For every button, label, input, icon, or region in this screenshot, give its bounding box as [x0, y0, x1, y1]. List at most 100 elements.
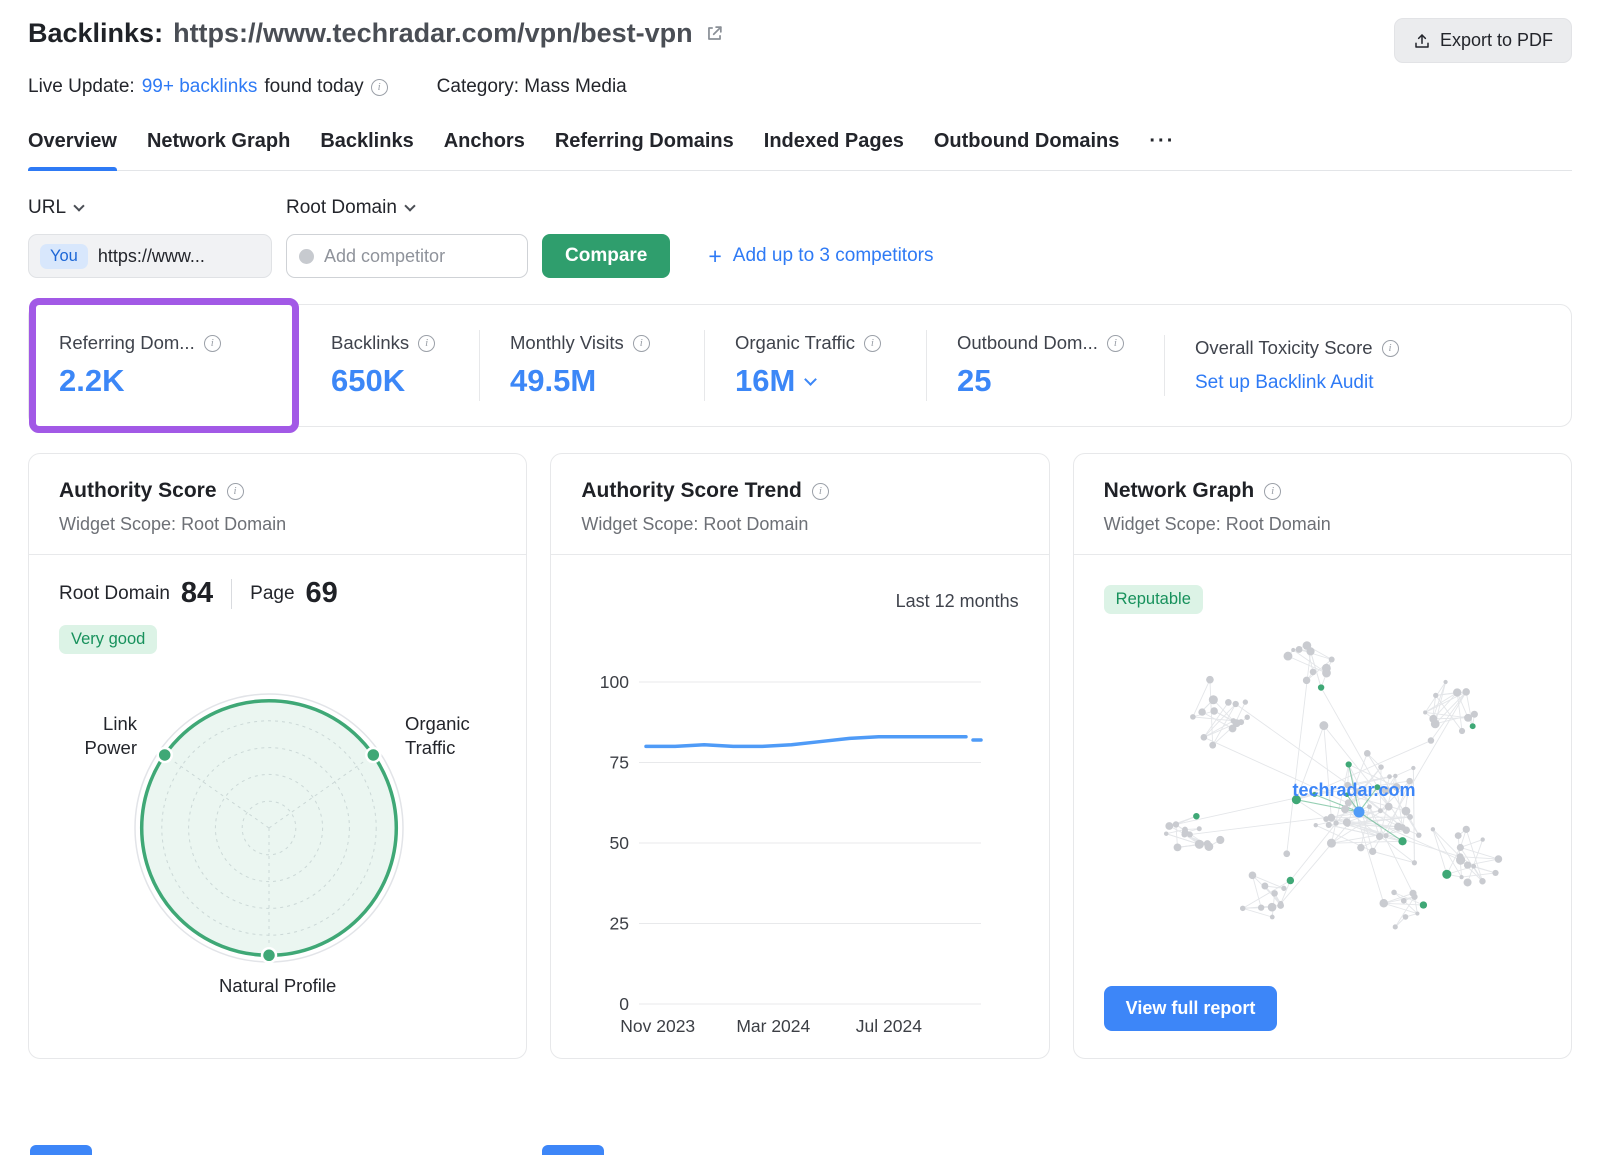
- svg-text:Nov 2023: Nov 2023: [621, 1016, 696, 1036]
- scope-selectors-row: URL Root Domain: [28, 197, 1572, 219]
- network-graph-svg: techradar.com: [1104, 616, 1534, 946]
- url-scope-selector[interactable]: URL: [28, 197, 83, 219]
- tab-outbound-domains[interactable]: Outbound Domains: [934, 130, 1120, 170]
- tab-network-graph[interactable]: Network Graph: [147, 130, 290, 170]
- metric-value: 49.5M: [510, 363, 674, 399]
- authority-score-trend-card: Authority Score Trend Widget Scope: Root…: [550, 453, 1049, 1059]
- card-title: Authority Score Trend: [581, 479, 802, 503]
- root-domain-score-value: 84: [181, 577, 213, 610]
- card-header: Authority Score Trend Widget Scope: Root…: [551, 454, 1048, 555]
- metric-monthly-visits[interactable]: Monthly Visits 49.5M: [479, 330, 704, 401]
- widget-scope: Widget Scope: Root Domain: [581, 514, 1018, 535]
- page-title-url: https://www.techradar.com/vpn/best-vpn: [173, 18, 693, 49]
- widgets-row: Authority Score Widget Scope: Root Domai…: [28, 453, 1572, 1059]
- metric-outbound-domains[interactable]: Outbound Dom... 25: [926, 330, 1164, 401]
- radar-axis-link-power: Link Power: [59, 712, 137, 761]
- export-pdf-label: Export to PDF: [1440, 30, 1553, 51]
- live-update-row: Live Update: 99+ backlinks found today C…: [28, 76, 1572, 98]
- competitor-dot-icon: [299, 249, 314, 264]
- metric-toxicity-score: Overall Toxicity Score Set up Backlink A…: [1164, 335, 1571, 396]
- tab-backlinks[interactable]: Backlinks: [320, 130, 413, 170]
- radar-axis-organic-traffic: Organic Traffic: [405, 712, 489, 761]
- info-icon[interactable]: [227, 483, 244, 500]
- metric-organic-traffic[interactable]: Organic Traffic 16M: [704, 330, 926, 401]
- you-url-value: https://www...: [98, 246, 205, 267]
- network-center-label: techradar.com: [1292, 780, 1415, 800]
- svg-text:Jul 2024: Jul 2024: [856, 1016, 922, 1036]
- metric-backlinks[interactable]: Backlinks 650K: [301, 330, 479, 401]
- info-icon[interactable]: [371, 79, 388, 96]
- metric-value: 25: [957, 363, 1134, 399]
- metric-label: Outbound Dom...: [957, 332, 1098, 354]
- svg-text:75: 75: [610, 753, 629, 773]
- svg-text:50: 50: [610, 833, 630, 853]
- page-title: Backlinks: https://www.techradar.com/vpn…: [28, 18, 724, 49]
- chevron-down-icon: [404, 200, 415, 211]
- widget-scope: Widget Scope: Root Domain: [1104, 514, 1541, 535]
- root-domain-scope-label: Root Domain: [286, 197, 397, 219]
- compare-button[interactable]: Compare: [542, 234, 670, 278]
- category-label: Category: Mass Media: [437, 76, 627, 98]
- tab-anchors[interactable]: Anchors: [444, 130, 525, 170]
- root-domain-scope-selector[interactable]: Root Domain: [286, 197, 414, 219]
- cutoff-button[interactable]: [30, 1145, 92, 1155]
- metric-label: Organic Traffic: [735, 332, 855, 354]
- tab-indexed-pages[interactable]: Indexed Pages: [764, 130, 904, 170]
- info-icon[interactable]: [1107, 335, 1124, 352]
- metric-value: 16M: [735, 363, 795, 399]
- export-pdf-button[interactable]: Export to PDF: [1394, 18, 1572, 63]
- cutoff-button[interactable]: [542, 1145, 604, 1155]
- root-domain-score-label: Root Domain: [59, 583, 170, 605]
- tab-overview[interactable]: Overview: [28, 130, 117, 170]
- page-score-label: Page: [250, 583, 294, 605]
- live-update-label: Live Update:: [28, 76, 135, 98]
- chevron-down-icon: [73, 200, 84, 211]
- score-summary: Root Domain 84 Page 69: [59, 577, 496, 610]
- metric-label: Referring Dom...: [59, 332, 195, 354]
- upload-icon: [1413, 32, 1431, 50]
- authority-radar-chart: Link Power Organic Traffic Natural Profi…: [59, 656, 496, 1013]
- trend-legend: Last 12 months: [581, 591, 1018, 612]
- card-header: Authority Score Widget Scope: Root Domai…: [29, 454, 526, 555]
- setup-backlink-audit-link[interactable]: Set up Backlink Audit: [1195, 372, 1374, 394]
- external-link-icon[interactable]: [705, 24, 724, 43]
- card-header: Network Graph Widget Scope: Root Domain: [1074, 454, 1571, 555]
- info-icon[interactable]: [633, 335, 650, 352]
- info-icon[interactable]: [864, 335, 881, 352]
- plus-icon: +: [708, 245, 721, 268]
- svg-text:100: 100: [600, 672, 629, 692]
- svg-text:25: 25: [610, 914, 629, 934]
- summary-metrics-bar: Referring Dom... 2.2K Backlinks 650K Mon…: [28, 304, 1572, 427]
- trend-line-chart: 100 75 50 25 0Nov 2023 Mar 2024 Jul 2024: [581, 612, 1011, 1042]
- info-icon[interactable]: [204, 335, 221, 352]
- backlinks-overview-page: Backlinks: https://www.techradar.com/vpn…: [0, 0, 1600, 1059]
- info-icon[interactable]: [1264, 483, 1281, 500]
- add-competitor-field[interactable]: [286, 234, 528, 278]
- metric-value: 650K: [331, 363, 449, 399]
- info-icon[interactable]: [418, 335, 435, 352]
- metric-referring-domains[interactable]: Referring Dom... 2.2K: [29, 330, 301, 401]
- add-competitor-input[interactable]: [324, 246, 515, 267]
- tab-referring-domains[interactable]: Referring Domains: [555, 130, 734, 170]
- metric-label: Monthly Visits: [510, 332, 624, 354]
- info-icon[interactable]: [1382, 340, 1399, 357]
- metric-value-dropdown[interactable]: 16M: [735, 363, 896, 399]
- network-graph-canvas[interactable]: techradar.com: [1104, 616, 1541, 951]
- widget-scope: Widget Scope: Root Domain: [59, 514, 496, 535]
- report-tabs: Overview Network Graph Backlinks Anchors…: [28, 130, 1572, 171]
- view-full-report-button[interactable]: View full report: [1104, 986, 1278, 1031]
- you-url-chip[interactable]: You https://www...: [28, 234, 272, 278]
- add-competitors-link[interactable]: + Add up to 3 competitors: [708, 245, 933, 268]
- metric-label: Overall Toxicity Score: [1195, 337, 1373, 359]
- radar-axis-natural-profile: Natural Profile: [59, 974, 496, 998]
- tabs-more-button[interactable]: ···: [1149, 130, 1175, 170]
- svg-text:0: 0: [620, 994, 630, 1014]
- live-update-link[interactable]: 99+ backlinks: [142, 76, 258, 98]
- live-update-suffix: found today: [264, 76, 363, 98]
- url-scope-label: URL: [28, 197, 66, 219]
- page-header: Backlinks: https://www.techradar.com/vpn…: [28, 18, 1572, 63]
- authority-score-card: Authority Score Widget Scope: Root Domai…: [28, 453, 527, 1059]
- svg-text:Mar 2024: Mar 2024: [737, 1016, 811, 1036]
- info-icon[interactable]: [812, 483, 829, 500]
- card-title: Authority Score: [59, 479, 217, 503]
